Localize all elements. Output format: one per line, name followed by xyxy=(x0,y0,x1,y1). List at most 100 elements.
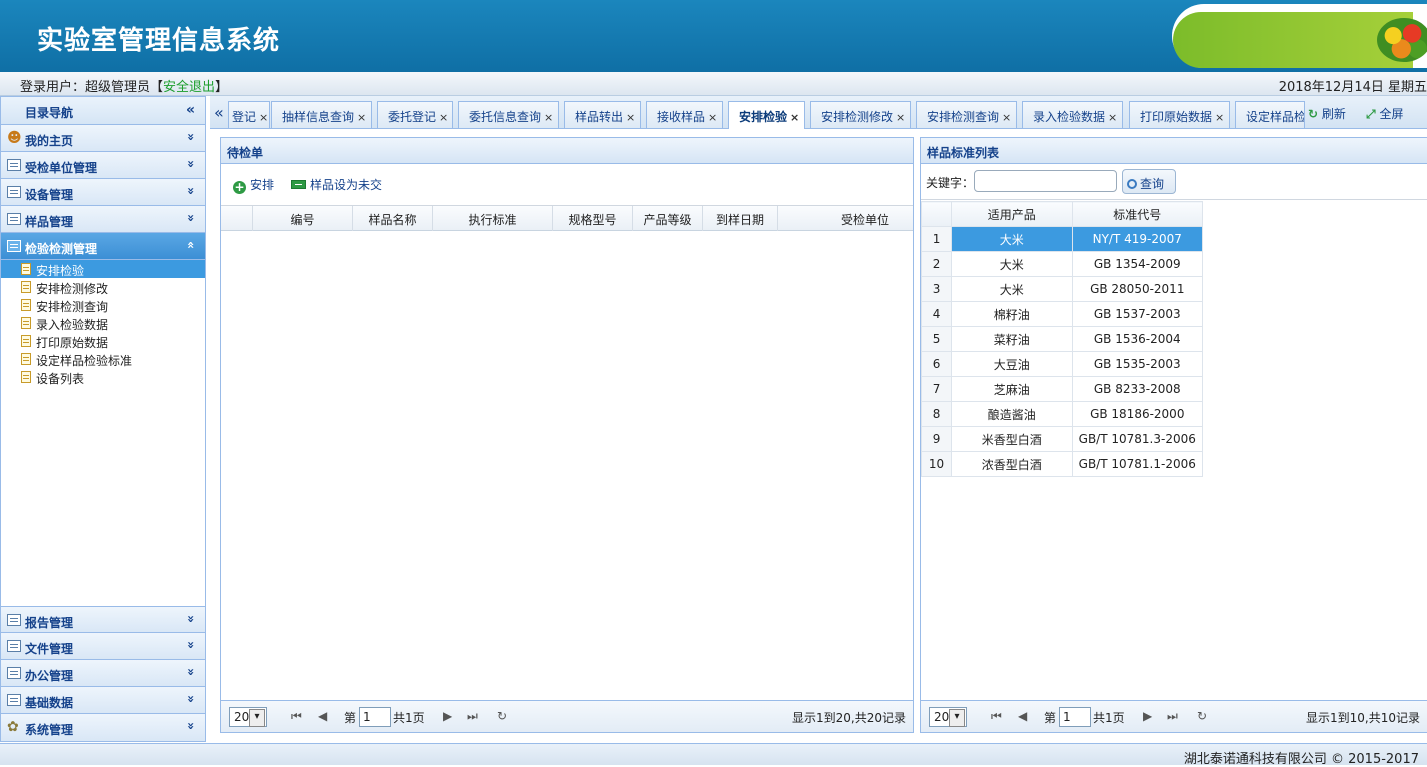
table-row[interactable]: 8 酿造酱油 GB 18186-2000 xyxy=(920,401,1204,427)
tab-commission-register[interactable]: 委托登记 × xyxy=(377,101,453,128)
search-icon xyxy=(1127,179,1137,189)
close-icon[interactable]: × xyxy=(439,111,448,124)
sidebar-item-enter-data[interactable]: 录入检验数据 xyxy=(1,314,205,332)
column-header[interactable]: 产品等级 xyxy=(633,206,703,231)
table-row[interactable]: 4 棉籽油 GB 1537-2003 xyxy=(920,301,1204,327)
module-icon xyxy=(7,213,21,225)
reload-icon[interactable]: ↻ xyxy=(497,709,507,723)
tab-sampling-query[interactable]: 抽样信息查询 × xyxy=(271,101,372,128)
sidebar-item-print-raw[interactable]: 打印原始数据 xyxy=(1,332,205,350)
prev-page-icon[interactable]: ◀ xyxy=(318,709,327,723)
sidebar-item-set-standard[interactable]: 设定样品检验标准 xyxy=(1,350,205,368)
column-header[interactable]: 执行标准 xyxy=(433,206,553,231)
column-header[interactable]: 适用产品 xyxy=(951,201,1073,227)
copyright: 湖北泰诺通科技有限公司 © 2015-2017 xyxy=(1183,752,1419,767)
tab-arrange-modify[interactable]: 安排检测修改 × xyxy=(810,101,911,128)
fullscreen-button[interactable]: ⤢ 全屏 xyxy=(1366,105,1403,122)
page-size-select[interactable]: 20 xyxy=(929,707,967,727)
footer: 湖北泰诺通科技有限公司 © 2015-2017 xyxy=(0,743,1427,767)
keyword-input[interactable] xyxy=(974,170,1117,192)
sidebar-group-samples[interactable]: 样品管理 » xyxy=(1,206,205,233)
close-icon[interactable]: × xyxy=(708,111,717,124)
close-icon[interactable]: × xyxy=(626,111,635,124)
sidebar-group-system[interactable]: ✿ 系统管理 » xyxy=(1,714,205,741)
checkbox-column[interactable] xyxy=(221,206,253,231)
table-row[interactable]: 9 米香型白酒 GB/T 10781.3-2006 xyxy=(920,426,1204,452)
search-button[interactable]: 查询 xyxy=(1122,169,1176,194)
current-date: 2018年12月14日 星期五 xyxy=(1278,80,1427,95)
tab-scroll-left-icon[interactable]: « xyxy=(214,103,224,122)
pager-info: 显示1到10,共10记录 xyxy=(1306,711,1420,725)
close-icon[interactable]: × xyxy=(790,111,799,124)
tab-enter-data[interactable]: 录入检验数据 × xyxy=(1022,101,1123,128)
tab-set-standard[interactable]: 设定样品检 xyxy=(1235,101,1305,128)
tab-commission-query[interactable]: 委托信息查询 × xyxy=(458,101,559,128)
first-page-icon[interactable]: ⏮ xyxy=(291,709,302,724)
next-page-icon[interactable]: ▶ xyxy=(443,709,452,723)
sidebar-group-inspection[interactable]: 检验检测管理 « xyxy=(1,233,205,260)
table-row[interactable]: 7 芝麻油 GB 8233-2008 xyxy=(920,376,1204,402)
close-icon[interactable]: × xyxy=(544,111,553,124)
column-header[interactable]: 规格型号 xyxy=(553,206,633,231)
refresh-icon: ↻ xyxy=(1308,107,1319,121)
close-icon[interactable]: × xyxy=(259,111,268,124)
reload-icon[interactable]: ↻ xyxy=(1197,709,1207,723)
document-icon xyxy=(21,353,31,365)
column-header[interactable]: 样品名称 xyxy=(353,206,433,231)
page-input[interactable]: 1 xyxy=(1059,707,1091,727)
sidebar-nav: 目录导航 « ☻ 我的主页 » 受检单位管理 » 设备管理 » 样品管理 » 检… xyxy=(0,96,206,742)
app-header: 实验室管理信息系统 xyxy=(0,0,1427,72)
table-row[interactable]: 2 大米 GB 1354-2009 xyxy=(920,251,1204,277)
expand-icon: » xyxy=(184,187,199,195)
tab-arrange-inspection[interactable]: 安排检验 × xyxy=(728,101,805,129)
tab-print-raw[interactable]: 打印原始数据 × xyxy=(1129,101,1230,128)
next-page-icon[interactable]: ▶ xyxy=(1143,709,1152,723)
close-icon[interactable]: × xyxy=(357,111,366,124)
close-icon[interactable]: × xyxy=(896,111,905,124)
close-icon[interactable]: × xyxy=(1108,111,1117,124)
column-header[interactable]: 受检单位 xyxy=(778,206,903,231)
sidebar-item-arrange-inspection[interactable]: 安排检验 xyxy=(1,260,205,278)
close-icon[interactable]: × xyxy=(1215,111,1224,124)
table-row[interactable]: 6 大豆油 GB 1535-2003 xyxy=(920,351,1204,377)
close-icon[interactable]: × xyxy=(1002,111,1011,124)
column-header[interactable]: 到样日期 xyxy=(703,206,778,231)
last-page-icon[interactable]: ⏭ xyxy=(467,709,478,724)
table-row[interactable]: 3 大米 GB 28050-2011 xyxy=(920,276,1204,302)
sidebar-group-equipment[interactable]: 设备管理 » xyxy=(1,179,205,206)
first-page-icon[interactable]: ⏮ xyxy=(991,709,1002,724)
refresh-button[interactable]: ↻ 刷新 xyxy=(1308,105,1346,122)
sidebar-group-office[interactable]: 办公管理 » xyxy=(1,660,205,687)
sidebar-item-arrange-query[interactable]: 安排检测查询 xyxy=(1,296,205,314)
tab-arrange-query[interactable]: 安排检测查询 × xyxy=(916,101,1017,128)
keyword-label: 关键字： xyxy=(926,176,975,190)
table-row[interactable]: 10 浓香型白酒 GB/T 10781.1-2006 xyxy=(920,451,1204,477)
column-header[interactable]: 标准代号 xyxy=(1071,201,1204,227)
sidebar-group-base-data[interactable]: 基础数据 » xyxy=(1,687,205,714)
module-icon xyxy=(7,159,21,171)
tab-register[interactable]: 登记 × xyxy=(228,101,270,128)
sidebar-collapse-icon[interactable]: « xyxy=(186,102,195,118)
tab-receive-sample[interactable]: 接收样品 × xyxy=(646,101,723,128)
table-row[interactable]: 5 菜籽油 GB 1536-2004 xyxy=(920,326,1204,352)
page-size-select[interactable]: 20 xyxy=(229,707,267,727)
sidebar-group-files[interactable]: 文件管理 » xyxy=(1,633,205,660)
sidebar-item-equipment-list[interactable]: 设备列表 xyxy=(1,368,205,386)
page-input[interactable]: 1 xyxy=(359,707,391,727)
last-page-icon[interactable]: ⏭ xyxy=(1167,709,1178,724)
sidebar-group-home[interactable]: ☻ 我的主页 » xyxy=(1,125,205,152)
sidebar-group-inspected-units[interactable]: 受检单位管理 » xyxy=(1,152,205,179)
tab-sample-transfer[interactable]: 样品转出 × xyxy=(564,101,641,128)
set-unsubmitted-button[interactable]: 样品设为未交 xyxy=(291,176,382,193)
module-icon xyxy=(7,640,21,652)
prev-page-icon[interactable]: ◀ xyxy=(1018,709,1027,723)
expand-icon: » xyxy=(184,668,199,676)
arrange-button[interactable]: + 安排 xyxy=(233,176,274,194)
sidebar-item-arrange-modify[interactable]: 安排检测修改 xyxy=(1,278,205,296)
total-pages: 共1页 xyxy=(393,711,425,725)
sidebar-group-reports[interactable]: 报告管理 » xyxy=(1,606,205,633)
logo xyxy=(1172,4,1427,68)
logout-link[interactable]: 安全退出 xyxy=(163,80,215,95)
table-row[interactable]: 1 大米 NY/T 419-2007 xyxy=(920,226,1204,252)
column-header[interactable]: 编号 xyxy=(253,206,353,231)
